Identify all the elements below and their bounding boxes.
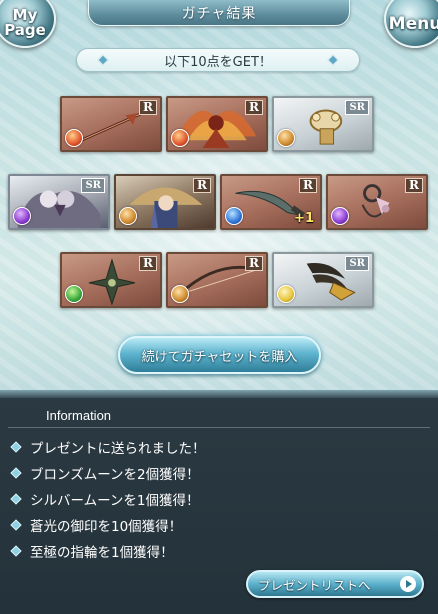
item-card-claw[interactable]: SR [272, 252, 374, 308]
item-card-dragon-character[interactable]: SR [8, 174, 110, 230]
diamond-bullet-icon [10, 493, 22, 505]
fire-element-icon [65, 129, 83, 147]
dark-element-icon [331, 207, 349, 225]
list-item: 蒼光の御印を10個獲得！ [10, 512, 206, 538]
info-message: ブロンズムーンを2個獲得！ [30, 467, 200, 483]
item-card-shuriken[interactable]: R [60, 252, 162, 308]
list-item: 至極の指輪を1個獲得！ [10, 538, 206, 564]
item-card-flail[interactable]: R [326, 174, 428, 230]
earth-element-icon [119, 207, 137, 225]
buy-gacha-set-label: 続けてガチャセットを購入 [141, 349, 298, 365]
item-card-spear[interactable]: R [60, 96, 162, 152]
information-header: Information [8, 402, 430, 428]
diamond-bullet-icon [10, 441, 22, 453]
information-title: Information [46, 408, 112, 423]
item-card-witch-character[interactable]: R [114, 174, 216, 230]
fire-element-icon [171, 129, 189, 147]
information-list: プレゼントに送られました！ ブロンズムーンを2個獲得！ シルバームーンを1個獲得… [10, 434, 206, 564]
menu-button[interactable]: Menu [384, 0, 438, 48]
info-message: 至極の指輪を1個獲得！ [30, 545, 174, 561]
diamond-bullet-icon [10, 519, 22, 531]
item-card-winged-character[interactable]: R [166, 96, 268, 152]
title-bar: ガチャ結果 [88, 0, 350, 26]
diamond-bullet-icon [10, 467, 22, 479]
rarity-badge: R [193, 178, 211, 193]
rarity-badge: R [245, 100, 263, 115]
present-list-button[interactable]: プレゼントリストへ [246, 570, 424, 598]
information-panel: Information プレゼントに送られました！ ブロンズムーンを2個獲得！ … [0, 398, 438, 614]
list-item: プレゼントに送られました！ [10, 434, 206, 460]
page-title: ガチャ結果 [181, 5, 257, 22]
mypage-button[interactable]: My Page [0, 0, 56, 48]
get-banner: 以下10点をGET！ [76, 48, 360, 72]
rarity-badge: R [405, 178, 423, 193]
gacha-result-stage: ガチャ結果 My Page Menu 以下10点をGET！ R R SR SR … [0, 0, 438, 398]
mypage-label: My Page [4, 6, 46, 39]
chevron-right-icon [400, 576, 416, 592]
rarity-badge: SR [81, 178, 105, 193]
menu-label: Menu [388, 14, 438, 34]
list-item: シルバームーンを1個獲得！ [10, 486, 206, 512]
rarity-badge: R [299, 178, 317, 193]
get-banner-text: 以下10点をGET！ [164, 54, 272, 70]
present-list-label: プレゼントリストへ [258, 577, 371, 593]
earth-element-icon [171, 285, 189, 303]
rarity-badge: R [139, 100, 157, 115]
wind-element-icon [65, 285, 83, 303]
info-message: シルバームーンを1個獲得！ [30, 493, 200, 509]
rarity-badge: R [139, 256, 157, 271]
water-element-icon [225, 207, 243, 225]
info-message: 蒼光の御印を10個獲得！ [30, 519, 183, 535]
info-message: プレゼントに送られました！ [30, 441, 206, 457]
rarity-badge: SR [345, 100, 369, 115]
dark-element-icon [13, 207, 31, 225]
plus-bonus-badge: +1 [294, 211, 314, 226]
item-card-dagger[interactable]: R +1 [220, 174, 322, 230]
earth-element-icon [277, 129, 295, 147]
diamond-icon [327, 54, 339, 66]
rarity-badge: R [245, 256, 263, 271]
rarity-badge: SR [345, 256, 369, 271]
light-element-icon [277, 285, 295, 303]
diamond-bullet-icon [10, 545, 22, 557]
item-card-gauntlet[interactable]: SR [272, 96, 374, 152]
diamond-icon [97, 54, 109, 66]
item-card-bow[interactable]: R [166, 252, 268, 308]
buy-gacha-set-button[interactable]: 続けてガチャセットを購入 [118, 336, 321, 374]
list-item: ブロンズムーンを2個獲得！ [10, 460, 206, 486]
